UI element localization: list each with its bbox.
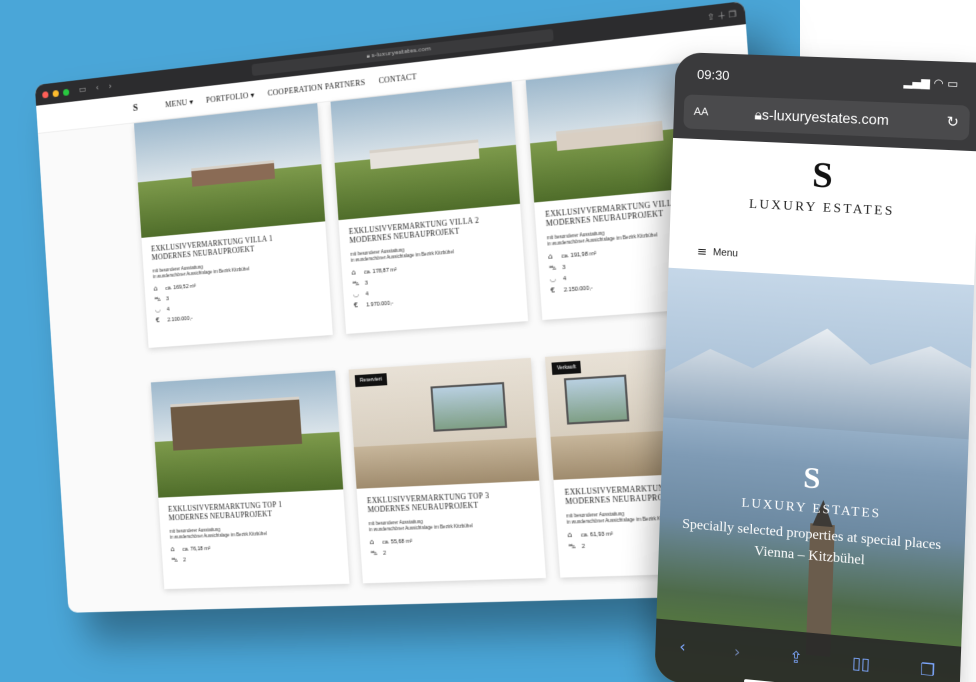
euro-icon: € <box>550 287 560 295</box>
car-icon: ⛍ <box>549 264 559 272</box>
house-area-icon: ⌂ <box>154 285 162 292</box>
house-area-icon: ⌂ <box>567 532 577 540</box>
phone-mockup: 09:30 ▂▄▆ ◠ ▭ AA 🔒︎s-luxuryestates.com ↻… <box>654 52 976 682</box>
lock-icon: 🔒︎ <box>366 52 370 59</box>
bathtub-icon: ◡ <box>353 291 362 299</box>
bathtub-icon: ◡ <box>155 307 164 314</box>
listing-parking: ⛍ 2 <box>171 551 338 564</box>
back-arrow-icon[interactable]: ‹ <box>679 636 686 656</box>
mountain-shape <box>654 306 974 442</box>
euro-icon: € <box>156 317 165 324</box>
car-icon: ⛍ <box>154 296 162 303</box>
menu-label: Menu <box>713 247 738 259</box>
minimize-window-button[interactable] <box>52 89 58 96</box>
listing-photo <box>151 370 343 497</box>
nav-item-contact[interactable]: CONTACT <box>378 72 417 85</box>
bathtub-icon: ◡ <box>550 276 560 284</box>
listing-card[interactable]: EXKLUSIVVERMARKTUNG VILLA 1 MODERNES NEUB… <box>134 103 333 348</box>
listing-card[interactable]: EXKLUSIVVERMARKTUNG VILLA 2 MODERNES NEUB… <box>331 82 529 334</box>
listing-card[interactable]: Reserviert EXKLUSIVVERMARKTUNG TOP 3 MODE… <box>349 358 546 584</box>
hamburger-icon: ≡ <box>697 244 707 259</box>
house-area-icon: ⌂ <box>351 269 360 277</box>
maximize-window-button[interactable] <box>63 88 69 95</box>
share-icon[interactable]: ⇪ <box>789 647 803 667</box>
listing-parking: ⛍ 2 <box>370 545 534 558</box>
listing-photo: Reserviert <box>349 358 540 489</box>
listing-card[interactable]: EXKLUSIVVERMARKTUNG TOP 1 MODERNES NEUBAU… <box>151 370 350 589</box>
sidebar-icon[interactable]: ▭ <box>78 85 86 95</box>
car-icon: ⛍ <box>568 543 578 551</box>
car-icon: ⛍ <box>171 557 180 564</box>
address-text: s-luxuryestates.com <box>371 45 431 59</box>
site-logo[interactable]: S <box>133 103 139 114</box>
house-area-icon: ⌂ <box>171 546 180 553</box>
euro-icon: € <box>354 302 363 310</box>
listing-photo <box>134 103 325 238</box>
reload-icon[interactable]: ↻ <box>946 114 959 131</box>
forward-arrow-icon[interactable]: › <box>108 82 112 92</box>
close-window-button[interactable] <box>42 91 48 98</box>
listing-description: mit besonderer Ausstattung in wunderschön… <box>368 515 532 534</box>
status-badge: Verkauft <box>551 361 581 375</box>
chevron-down-icon: ▾ <box>250 90 255 99</box>
share-icon[interactable]: ⇪ ＋ ❐ <box>707 8 737 23</box>
bookmarks-icon[interactable]: ▯▯ <box>852 652 871 673</box>
nav-item-cooperation-partners[interactable]: COOPERATION PARTNERS <box>267 78 365 98</box>
listing-photo <box>331 82 521 220</box>
nav-item-portfolio[interactable]: PORTFOLIO ▾ <box>206 90 255 104</box>
hero-image: S LUXURY ESTATES Specially selected prop… <box>654 268 974 682</box>
car-icon: ⛍ <box>370 550 379 557</box>
phone-time: 09:30 <box>697 66 730 82</box>
signal-wifi-battery-icon: ▂▄▆ ◠ ▭ <box>903 75 958 90</box>
listing-description: mit besonderer Ausstattung in wunderschön… <box>169 522 336 540</box>
forward-arrow-icon[interactable]: › <box>734 641 741 661</box>
phone-page: S LUXURY ESTATES ≡ Menu S LUXURY ESTATES… <box>654 138 976 682</box>
listing-title: EXKLUSIVVERMARKTUNG TOP 3 MODERNES NEUBAU… <box>367 489 531 515</box>
listing-title: EXKLUSIVVERMARKTUNG TOP 1 MODERNES NEUBAU… <box>168 498 336 523</box>
house-area-icon: ⌂ <box>548 253 558 261</box>
listing-area: ⌂ ca. 55,68 m² <box>370 533 534 546</box>
nav-item-menu[interactable]: MENU ▾ <box>165 97 194 109</box>
phone-address-text: 🔒︎s-luxuryestates.com <box>754 106 889 129</box>
tabs-icon[interactable]: ❐ <box>920 659 936 680</box>
car-icon: ⛍ <box>352 280 361 288</box>
house-area-icon: ⌂ <box>370 539 379 546</box>
hero-brand: S LUXURY ESTATES Specially selected prop… <box>659 452 968 578</box>
text-size-button[interactable]: AA <box>694 106 709 119</box>
chevron-down-icon: ▾ <box>189 97 193 106</box>
back-arrow-icon[interactable]: ‹ <box>95 83 99 93</box>
phone-brand-header: S LUXURY ESTATES <box>670 138 976 249</box>
status-badge: Reserviert <box>355 373 387 387</box>
